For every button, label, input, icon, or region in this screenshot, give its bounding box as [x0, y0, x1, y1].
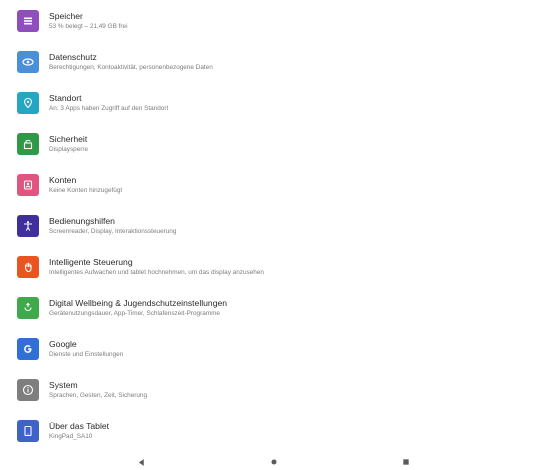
settings-item-google[interactable]: Google Dienste und Einstellungen — [0, 329, 541, 369]
hand-gesture-icon — [17, 256, 39, 278]
settings-item-subtitle: Sprachen, Gesten, Zeit, Sicherung — [49, 392, 148, 399]
location-pin-icon — [17, 92, 39, 114]
settings-item-location[interactable]: Standort An: 3 Apps haben Zugriff auf de… — [0, 83, 541, 123]
google-icon — [17, 338, 39, 360]
lock-icon — [17, 133, 39, 155]
accounts-icon — [17, 174, 39, 196]
settings-item-subtitle: Gerätenutzungsdauer, App-Timer, Schlafen… — [49, 310, 220, 317]
recents-icon[interactable] — [400, 456, 412, 468]
settings-item-system[interactable]: System Sprachen, Gesten, Zeit, Sicherung — [0, 370, 541, 410]
settings-item-title: Konten — [49, 175, 77, 185]
settings-item-subtitle: Intelligentes Aufwachen und tablet hochn… — [49, 269, 264, 276]
settings-item-digital-wellbeing[interactable]: Digital Wellbeing & Jugendschutzeinstell… — [0, 288, 541, 328]
tablet-icon — [17, 420, 39, 442]
settings-item-about-tablet[interactable]: Über das Tablet KingPad_SA10 — [0, 411, 541, 451]
settings-item-title: Standort — [49, 93, 82, 103]
settings-item-title: Digital Wellbeing & Jugendschutzeinstell… — [49, 298, 228, 308]
storage-icon — [17, 10, 39, 32]
settings-item-title: Über das Tablet — [49, 421, 110, 431]
settings-item-subtitle: An: 3 Apps haben Zugriff auf den Standor… — [49, 105, 169, 112]
wellbeing-icon — [17, 297, 39, 319]
settings-item-privacy[interactable]: Datenschutz Berechtigungen, Kontoaktivit… — [0, 42, 541, 82]
back-icon[interactable] — [135, 456, 147, 468]
settings-item-subtitle: KingPad_SA10 — [49, 433, 93, 440]
accessibility-icon — [17, 215, 39, 237]
settings-item-accounts[interactable]: Konten Keine Konten hinzugefügt — [0, 165, 541, 205]
home-icon[interactable] — [268, 456, 280, 468]
settings-item-title: Speicher — [49, 11, 83, 21]
settings-item-storage[interactable]: Speicher 53 % belegt – 21,49 GB frei — [0, 1, 541, 41]
settings-item-title: Sicherheit — [49, 134, 88, 144]
settings-item-subtitle: Berechtigungen, Kontoaktivität, personen… — [49, 64, 213, 71]
privacy-eye-icon — [17, 51, 39, 73]
settings-item-title: Intelligente Steuerung — [49, 257, 133, 267]
settings-item-subtitle: 53 % belegt – 21,49 GB frei — [49, 23, 128, 30]
settings-item-title: System — [49, 380, 78, 390]
navigation-bar — [0, 452, 541, 470]
settings-item-title: Datenschutz — [49, 52, 97, 62]
settings-item-accessibility[interactable]: Bedienungshilfen Screenreader, Display, … — [0, 206, 541, 246]
settings-item-subtitle: Displaysperre — [49, 146, 89, 153]
settings-item-smart-control[interactable]: Intelligente Steuerung Intelligentes Auf… — [0, 247, 541, 287]
settings-item-subtitle: Keine Konten hinzugefügt — [49, 187, 123, 194]
settings-item-security[interactable]: Sicherheit Displaysperre — [0, 124, 541, 164]
settings-item-title: Google — [49, 339, 77, 349]
settings-item-subtitle: Screenreader, Display, Interaktionssteue… — [49, 228, 177, 235]
info-icon — [17, 379, 39, 401]
settings-item-subtitle: Dienste und Einstellungen — [49, 351, 124, 358]
settings-item-title: Bedienungshilfen — [49, 216, 115, 226]
